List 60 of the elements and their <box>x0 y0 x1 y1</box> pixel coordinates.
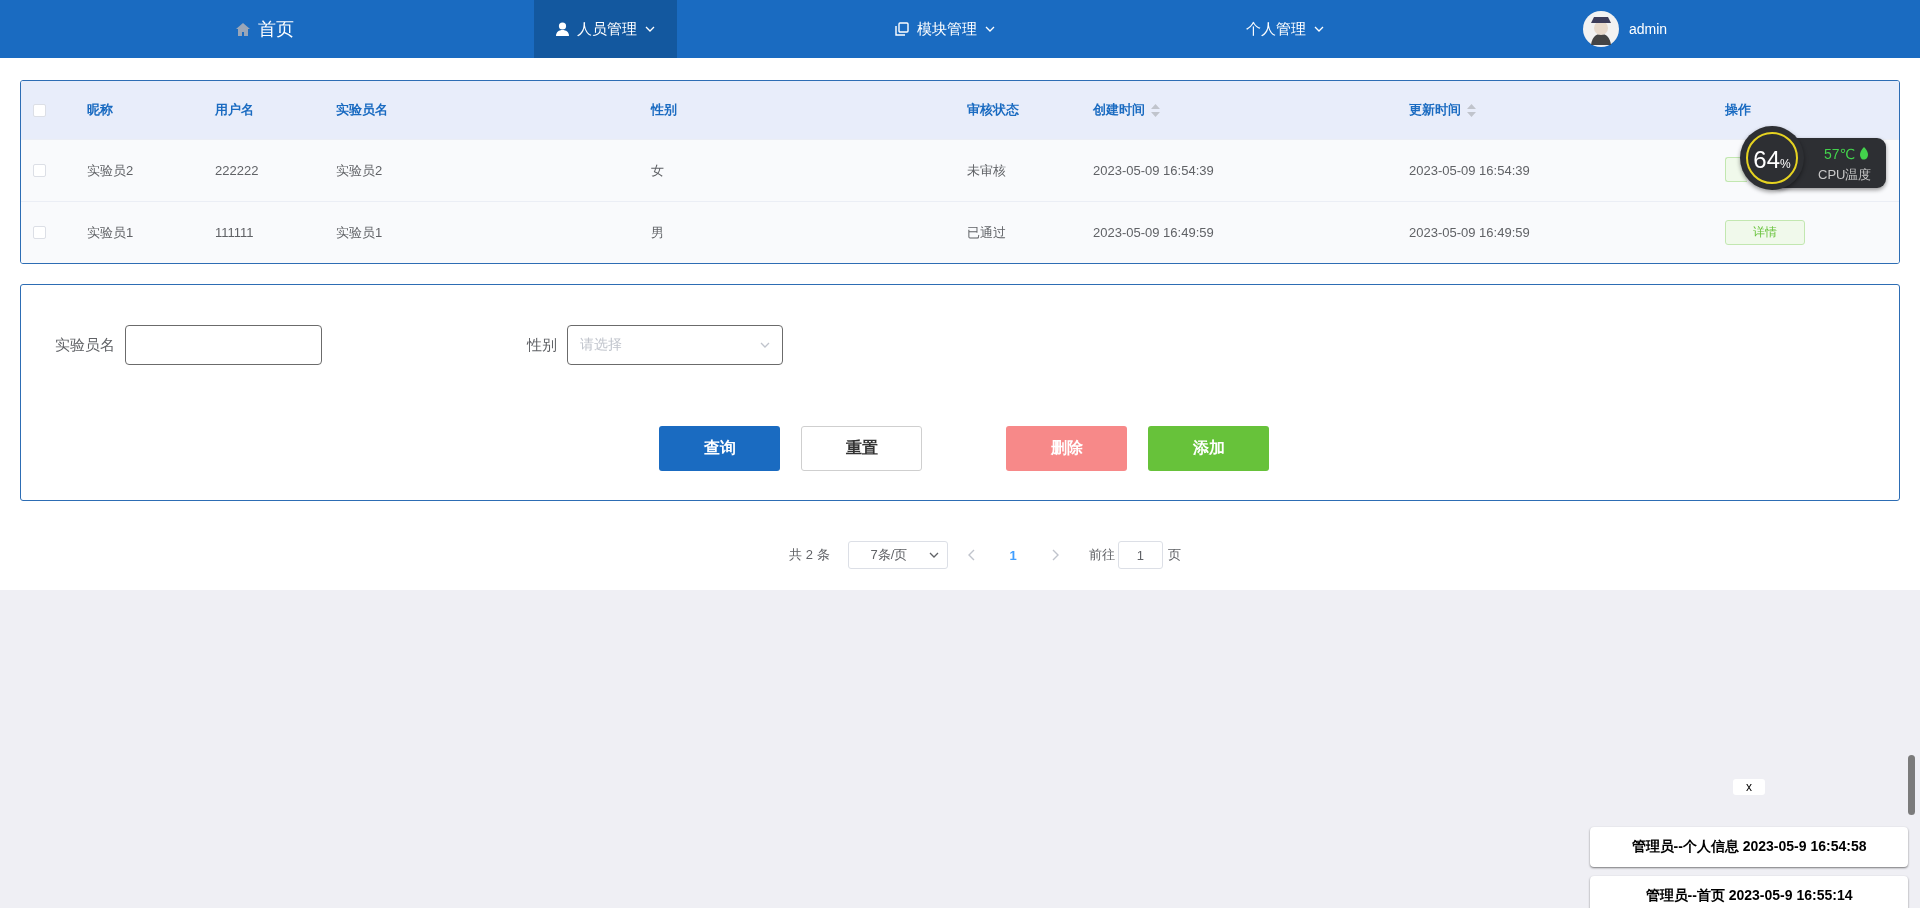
table-cell: 222222 <box>215 163 259 178</box>
previous-page-icon[interactable] <box>967 549 976 561</box>
field-label: 性别 <box>527 335 557 355</box>
table-cell: 女 <box>651 162 664 178</box>
page-suffix: 页 <box>1167 546 1181 564</box>
caret-icon <box>644 26 655 32</box>
nav-item[interactable]: 个人管理 <box>1224 0 1346 58</box>
avatar-icon[interactable] <box>1582 11 1619 47</box>
nav-item[interactable]: 人员管理 <box>533 0 677 58</box>
page-number[interactable]: 1 <box>1003 546 1023 564</box>
copy-icon <box>895 22 909 36</box>
sort-icon[interactable] <box>1151 103 1160 117</box>
action-button[interactable]: 重置 <box>801 426 922 471</box>
row-checkbox[interactable] <box>33 226 46 239</box>
table-cell: 2023-05-09 16:54:39 <box>1409 163 1530 178</box>
column-header: 操作 <box>1725 101 1751 119</box>
field-label: 实验员名 <box>55 335 115 355</box>
action-button[interactable]: 查询 <box>659 426 780 471</box>
caret-icon <box>928 552 939 558</box>
close-button[interactable]: x <box>1733 779 1765 795</box>
table-cell: 2023-05-09 16:54:39 <box>1093 163 1214 178</box>
table-cell: 111111 <box>215 225 254 240</box>
table-cell: 已通过 <box>967 224 1006 240</box>
home-icon <box>236 22 250 36</box>
caret-icon <box>760 342 770 348</box>
cpu-temperature: 57℃ <box>1824 146 1856 162</box>
total-count: 共 2 条 <box>789 546 830 564</box>
notification-card: 管理员--首页 2023-05-9 16:55:14 <box>1590 876 1908 908</box>
table-cell: 2023-05-09 16:49:59 <box>1093 225 1214 240</box>
row-checkbox[interactable] <box>33 164 46 177</box>
nav-item[interactable]: 首页 <box>214 0 316 58</box>
column-header[interactable]: 创建时间 <box>1093 101 1160 119</box>
user-icon <box>555 22 569 36</box>
column-header: 实验员名 <box>336 101 388 119</box>
next-page-icon[interactable] <box>1050 549 1059 561</box>
table-cell: 实验员2 <box>336 162 383 178</box>
table-cell: 实验员2 <box>87 162 134 178</box>
page-input[interactable]: 1 <box>1117 541 1163 569</box>
select-all-checkbox[interactable] <box>33 103 46 117</box>
nav-item[interactable]: 模块管理 <box>873 0 1017 58</box>
table-cell: 2023-05-09 16:49:59 <box>1409 225 1530 240</box>
column-header: 性别 <box>651 101 677 119</box>
column-header: 用户名 <box>215 101 254 119</box>
sort-icon[interactable] <box>1467 103 1476 117</box>
table-cell: 实验员1 <box>87 224 134 240</box>
caret-icon <box>985 26 995 32</box>
notification-card: 管理员--个人信息 2023-05-9 16:54:58 <box>1590 827 1908 867</box>
scrollbar-thumb[interactable] <box>1908 755 1915 815</box>
column-header: 昵称 <box>87 101 113 119</box>
column-header[interactable]: 更新时间 <box>1409 101 1476 119</box>
table-cell: 实验员1 <box>336 224 383 240</box>
table-cell: 未审核 <box>967 162 1006 178</box>
goto-label: 前往 <box>1088 546 1115 564</box>
column-header: 审核状态 <box>967 101 1019 119</box>
user-name[interactable]: admin <box>1628 21 1668 37</box>
table-cell: 男 <box>651 224 664 240</box>
page-size-select[interactable]: 7条/页 <box>847 541 948 569</box>
cpu-label: CPU温度 <box>1818 166 1872 184</box>
input-field[interactable] <box>125 325 322 365</box>
caret-icon <box>1314 26 1324 32</box>
